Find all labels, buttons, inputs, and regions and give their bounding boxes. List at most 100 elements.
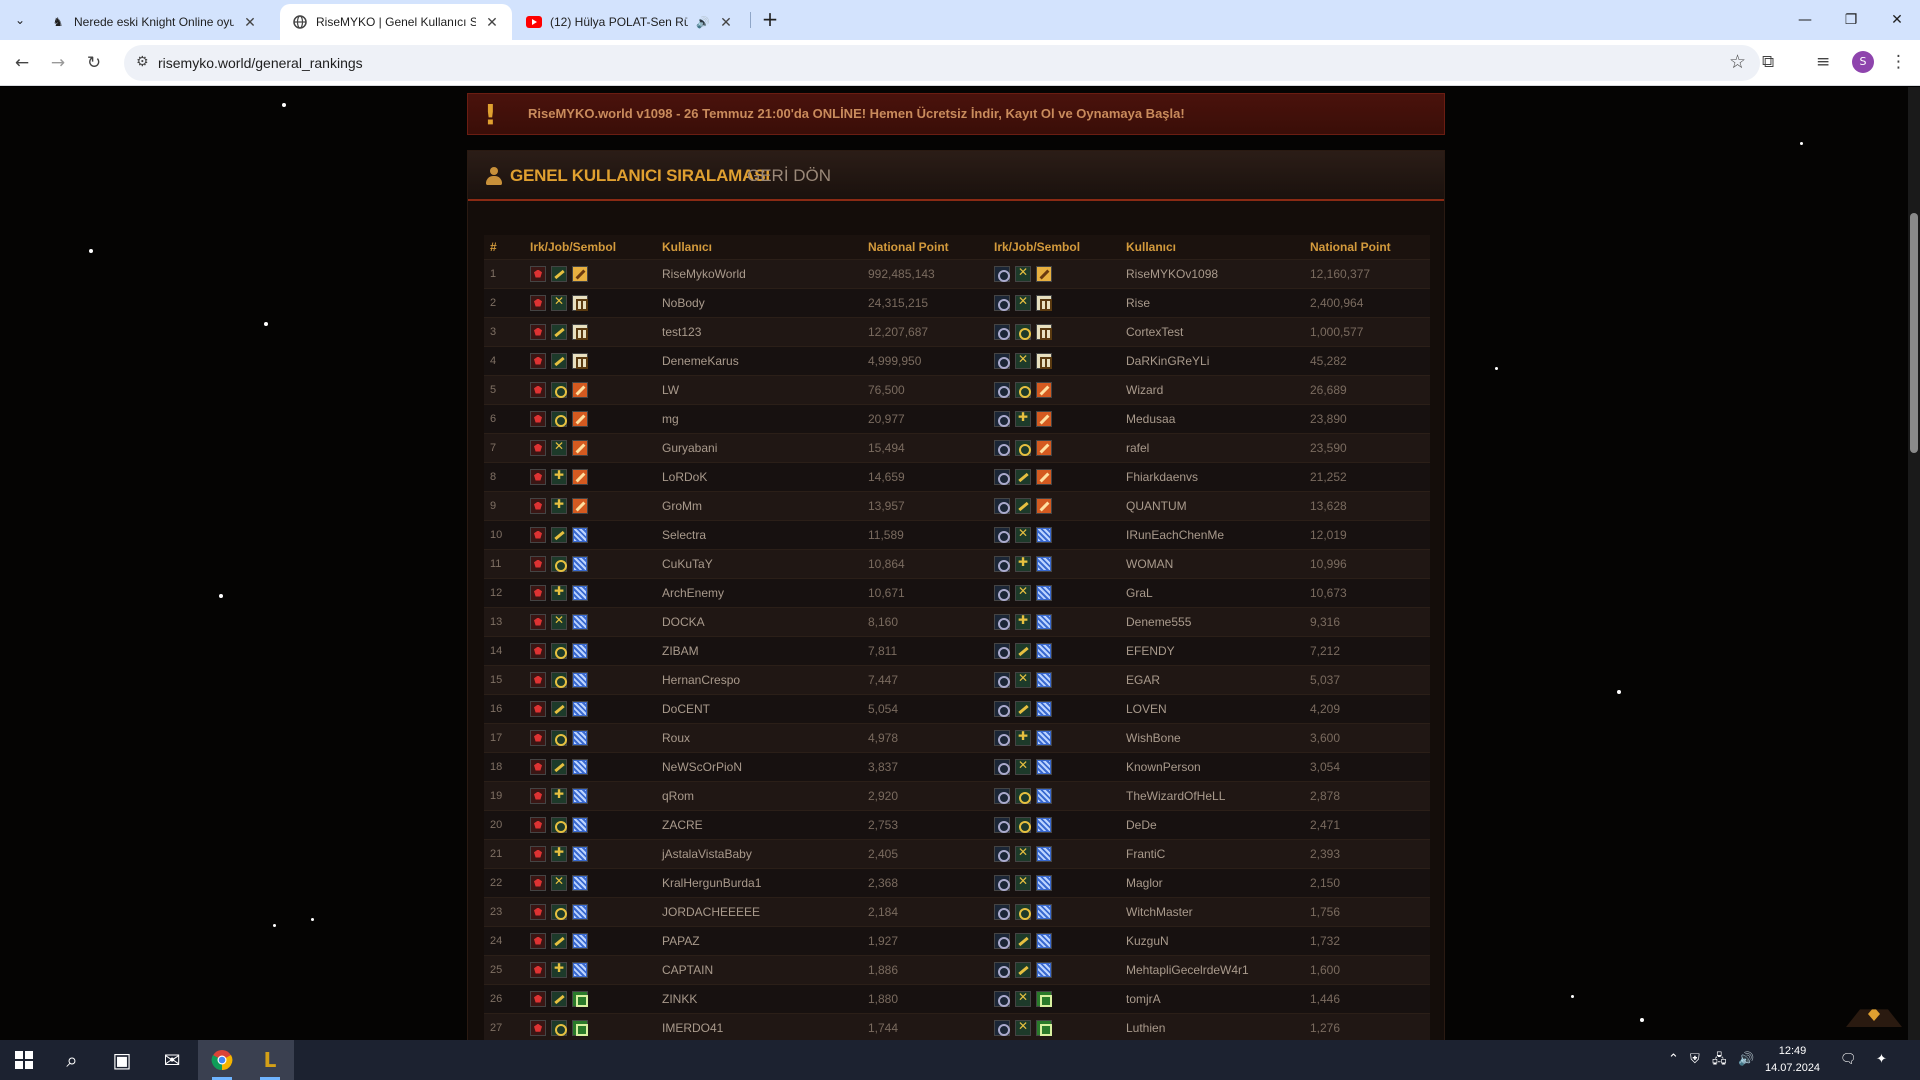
tab-youtube[interactable]: (12) Hülya POLAT-Sen Rüzg 🔊 ✕ xyxy=(514,4,746,40)
karus-user[interactable]: mg xyxy=(656,403,862,433)
karus-user[interactable]: ZIBAM xyxy=(656,635,862,665)
media-control-icon[interactable]: ≡ xyxy=(1816,52,1830,72)
karus-user[interactable]: jAstalaVistaBaby xyxy=(656,838,862,868)
karus-user[interactable]: RiseMykoWorld xyxy=(656,258,862,288)
karus-user[interactable]: DOCKA xyxy=(656,606,862,636)
reload-button[interactable]: ↻ xyxy=(80,49,108,77)
page-scrollbar[interactable] xyxy=(1908,87,1920,1040)
karus-user[interactable]: HernanCrespo xyxy=(656,664,862,694)
back-link[interactable]: GERİ DÖN xyxy=(747,151,831,201)
scroll-top-button[interactable] xyxy=(1846,1009,1902,1027)
human-user[interactable]: FrantiC xyxy=(1120,838,1304,868)
address-bar[interactable]: ⚙ risemyko.world/general_rankings ☆ xyxy=(124,45,1760,81)
karus-user[interactable]: ZACRE xyxy=(656,809,862,839)
tab-risemyko[interactable]: RiseMYKO | Genel Kullanıcı Sıra ✕ xyxy=(280,4,512,40)
human-user[interactable]: Rise xyxy=(1120,287,1304,317)
karus-user[interactable]: KralHergunBurda1 xyxy=(656,867,862,897)
game-launcher-icon[interactable]: L xyxy=(246,1040,294,1080)
symbol-icon xyxy=(572,584,588,601)
human-user[interactable]: TheWizardOfHeLL xyxy=(1120,780,1304,810)
back-button[interactable]: ← xyxy=(8,49,36,77)
new-tab-button[interactable]: + xyxy=(758,8,782,32)
human-user[interactable]: WitchMaster xyxy=(1120,896,1304,926)
human-user[interactable]: GraL xyxy=(1120,577,1304,607)
search-icon[interactable]: ⌕ xyxy=(48,1040,96,1080)
human-user[interactable]: DaRKinGReYLi xyxy=(1120,345,1304,375)
karus-user[interactable]: Selectra xyxy=(656,519,862,549)
human-user[interactable]: rafel xyxy=(1120,432,1304,462)
human-user[interactable]: LOVEN xyxy=(1120,693,1304,723)
human-user[interactable]: DeDe xyxy=(1120,809,1304,839)
human-user[interactable]: EFENDY xyxy=(1120,635,1304,665)
human-user[interactable]: QUANTUM xyxy=(1120,490,1304,520)
human-user[interactable]: IRunEachChenMe xyxy=(1120,519,1304,549)
human-user[interactable]: MehtapliGecelrdeW4r1 xyxy=(1120,954,1304,984)
human-user[interactable]: tomjrA xyxy=(1120,983,1304,1013)
human-user[interactable]: EGAR xyxy=(1120,664,1304,694)
mail-icon[interactable]: ✉ xyxy=(148,1040,196,1080)
karus-user[interactable]: CAPTAIN xyxy=(656,954,862,984)
close-icon[interactable]: ✕ xyxy=(718,14,734,31)
race-icon xyxy=(530,758,546,775)
symbol-icon xyxy=(572,874,588,891)
close-icon[interactable]: ✕ xyxy=(242,14,258,31)
race-job-symbol-icons xyxy=(994,903,1120,920)
close-window-button[interactable]: ✕ xyxy=(1874,0,1920,40)
chevron-up-icon[interactable]: ⌃ xyxy=(1668,1040,1679,1080)
karus-user[interactable]: ArchEnemy xyxy=(656,577,862,607)
tab-knight-online[interactable]: ♞ Nerede eski Knight Online oyun ✕ xyxy=(38,4,270,40)
karus-user[interactable]: DoCENT xyxy=(656,693,862,723)
karus-user[interactable]: PAPAZ xyxy=(656,925,862,955)
chrome-icon[interactable] xyxy=(198,1040,246,1080)
bookmark-star-icon[interactable]: ☆ xyxy=(1729,51,1746,73)
store-icon[interactable]: ▣ xyxy=(98,1040,146,1080)
tab-search-button[interactable]: ⌄ xyxy=(8,8,32,32)
human-user[interactable]: Medusaa xyxy=(1120,403,1304,433)
human-user[interactable]: Fhiarkdaenvs xyxy=(1120,461,1304,491)
karus-user[interactable]: test123 xyxy=(656,316,862,346)
human-user[interactable]: CortexTest xyxy=(1120,316,1304,346)
karus-user[interactable]: JORDACHEEEEE xyxy=(656,896,862,926)
notifications-icon[interactable]: 🗨 xyxy=(1840,1040,1857,1080)
human-user[interactable]: Maglor xyxy=(1120,867,1304,897)
copilot-icon[interactable]: ✦ xyxy=(1876,1040,1887,1080)
volume-icon[interactable]: 🔊 xyxy=(1738,1040,1754,1080)
human-user[interactable]: WOMAN xyxy=(1120,548,1304,578)
human-user[interactable]: Deneme555 xyxy=(1120,606,1304,636)
minimize-button[interactable]: — xyxy=(1782,0,1828,40)
menu-kebab-icon[interactable]: ⋮ xyxy=(1890,52,1907,72)
human-user[interactable]: Luthien xyxy=(1120,1012,1304,1040)
karus-user[interactable]: ZINKK xyxy=(656,983,862,1013)
human-user[interactable]: KuzguN xyxy=(1120,925,1304,955)
human-user[interactable]: KnownPerson xyxy=(1120,751,1304,781)
scrollbar-thumb[interactable] xyxy=(1910,213,1918,453)
restore-button[interactable]: ❐ xyxy=(1828,0,1874,40)
start-button[interactable] xyxy=(0,1040,48,1080)
karus-user[interactable]: qRom xyxy=(656,780,862,810)
security-icon[interactable]: ⛨ xyxy=(1690,1040,1700,1080)
profile-avatar[interactable]: S xyxy=(1852,51,1874,73)
karus-user[interactable]: IMERDO41 xyxy=(656,1012,862,1040)
karus-user[interactable]: DenemeKarus xyxy=(656,345,862,375)
site-info-icon[interactable]: ⚙ xyxy=(136,54,149,70)
karus-user[interactable]: LW xyxy=(656,374,862,404)
announcement-text[interactable]: RiseMYKO.world v1098 - 26 Temmuz 21:00'd… xyxy=(528,94,1185,134)
url-text[interactable]: risemyko.world/general_rankings xyxy=(158,45,363,81)
karus-user[interactable]: CuKuTaY xyxy=(656,548,862,578)
karus-user[interactable]: Guryabani xyxy=(656,432,862,462)
karus-user[interactable]: NoBody xyxy=(656,287,862,317)
speaker-icon[interactable]: 🔊 xyxy=(696,16,710,29)
close-icon[interactable]: ✕ xyxy=(484,14,500,31)
human-user[interactable]: RiseMYKOv1098 xyxy=(1120,258,1304,288)
karus-user[interactable]: LoRDoK xyxy=(656,461,862,491)
extensions-icon[interactable]: ⧉ xyxy=(1762,52,1774,72)
network-icon[interactable]: 🖧 xyxy=(1712,1040,1727,1080)
human-user[interactable]: Wizard xyxy=(1120,374,1304,404)
forward-button[interactable]: → xyxy=(44,49,72,77)
karus-user[interactable]: NeWScOrPioN xyxy=(656,751,862,781)
karus-user[interactable]: Roux xyxy=(656,722,862,752)
human-user[interactable]: WishBone xyxy=(1120,722,1304,752)
announcement-banner[interactable]: ! RiseMYKO.world v1098 - 26 Temmuz 21:00… xyxy=(467,93,1445,135)
karus-user[interactable]: GroMm xyxy=(656,490,862,520)
system-clock[interactable]: 12:49 14.07.2024 xyxy=(1765,1043,1820,1077)
